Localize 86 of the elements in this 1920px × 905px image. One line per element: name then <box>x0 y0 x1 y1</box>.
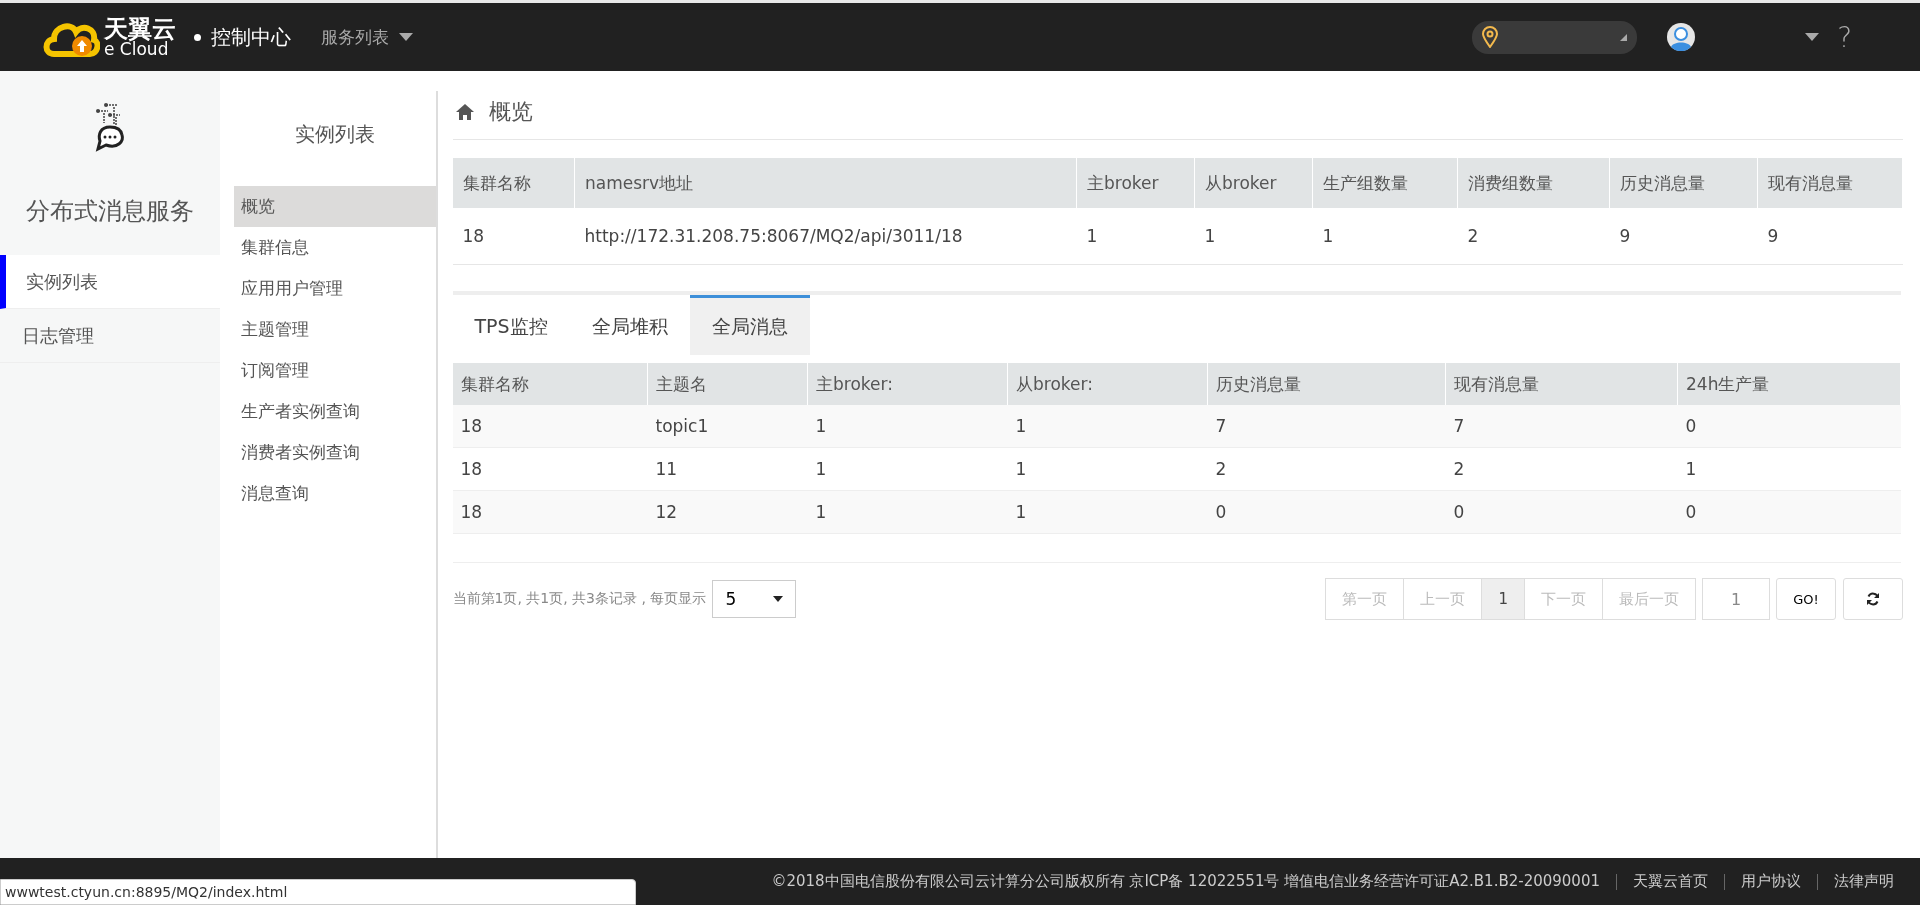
column-header: 消费组数量 <box>1457 158 1610 208</box>
column-header: 主broker: <box>807 363 1008 405</box>
table-cell: 1 <box>1007 405 1208 448</box>
table-cell: 7 <box>1207 405 1446 448</box>
subnav-item[interactable]: 概览 <box>233 186 436 227</box>
user-menu-caret-icon[interactable] <box>1805 33 1820 41</box>
column-header: 现有消息量 <box>1757 158 1903 208</box>
subnav-item[interactable]: 集群信息 <box>233 227 436 268</box>
copyright-text: ©2018中国电信股份有限公司云计算分公司版权所有 京ICP备 12022551号 增值电信业务经营许可证A2.B1.B2-20090001 <box>771 872 1600 891</box>
column-header: 从broker: <box>1007 363 1208 405</box>
column-header: 现有消息量 <box>1445 363 1678 405</box>
caret-icon <box>773 596 784 602</box>
column-header: 历史消息量 <box>1609 158 1758 208</box>
page-button[interactable]: 1 <box>1481 578 1525 620</box>
table-cell: 9 <box>1757 208 1903 265</box>
tab[interactable]: TPS监控 <box>452 295 570 355</box>
page-number-input[interactable]: 1 <box>1702 578 1770 620</box>
table-cell: 0 <box>1207 490 1446 534</box>
column-header: 集群名称 <box>452 158 575 208</box>
tab[interactable]: 全局消息 <box>689 295 810 355</box>
column-header: 集群名称 <box>452 363 648 405</box>
tab[interactable]: 全局堆积 <box>569 295 690 355</box>
table-cell: 1 <box>807 447 1008 491</box>
page-size-select[interactable]: 5 <box>712 580 797 618</box>
table-cell: topic1 <box>647 405 808 448</box>
brand-subtitle: e Cloud <box>104 40 169 58</box>
home-icon <box>454 103 475 121</box>
table-cell: 18 <box>452 490 648 534</box>
table-cell: 2 <box>1207 447 1446 491</box>
table-cell: 1 <box>807 490 1008 534</box>
table-cell: 7 <box>1445 405 1678 448</box>
table-cell: 1 <box>1007 490 1208 534</box>
subnav-title: 实例列表 <box>293 121 376 148</box>
footer-link[interactable]: 天翼云首页 <box>1633 872 1708 891</box>
table-cell: 18 <box>452 405 648 448</box>
table-cell: 1 <box>1007 447 1208 491</box>
services-menu[interactable]: 服务列表 <box>321 25 413 49</box>
table-cell: 0 <box>1677 490 1901 534</box>
console-title[interactable]: 控制中心 <box>211 23 291 51</box>
sidebar-item[interactable]: 日志管理 <box>0 309 220 363</box>
table-cell: 2 <box>1445 447 1678 491</box>
column-header: 24h生产量 <box>1677 363 1901 405</box>
table-cell: 0 <box>1445 490 1678 534</box>
column-header: 生产组数量 <box>1312 158 1458 208</box>
subnav-item[interactable]: 消息查询 <box>233 473 436 514</box>
table-cell: 18 <box>452 447 648 491</box>
table-cell: 11 <box>647 447 808 491</box>
refresh-button[interactable] <box>1843 578 1903 620</box>
footer-link[interactable]: 用户协议 <box>1741 872 1801 891</box>
refresh-icon <box>1866 592 1880 606</box>
table-cell: 1 <box>1076 208 1195 265</box>
table-cell: 9 <box>1609 208 1758 265</box>
table-cell: 0 <box>1677 405 1901 448</box>
subnav-item[interactable]: 生产者实例查询 <box>233 391 436 432</box>
table-cell: 1 <box>1677 447 1901 491</box>
region-selector[interactable] <box>1472 20 1638 54</box>
status-url: wwwtest.ctyun.cn:8895/MQ2/index.html <box>0 879 636 905</box>
go-button[interactable]: GO! <box>1776 578 1836 620</box>
table-cell: 12 <box>647 490 808 534</box>
table-cell: 1 <box>807 405 1008 448</box>
column-header: 历史消息量 <box>1207 363 1446 405</box>
column-header: 主题名 <box>647 363 808 405</box>
caret-icon <box>1620 33 1628 41</box>
table-cell: http://172.31.208.75:8067/MQ2/api/3011/18 <box>574 208 1077 265</box>
avatar-icon[interactable] <box>1667 23 1696 51</box>
location-pin-icon <box>1482 26 1499 48</box>
footer-link[interactable]: 法律声明 <box>1834 872 1894 891</box>
sidebar-item[interactable]: 实例列表 <box>0 255 220 309</box>
help-icon[interactable]: ? <box>1837 20 1852 54</box>
service-title: 分布式消息服务 <box>24 196 195 227</box>
subnav-item[interactable]: 主题管理 <box>233 309 436 350</box>
table-cell: 1 <box>1194 208 1313 265</box>
caret-icon <box>399 33 413 41</box>
column-header: 主broker <box>1076 158 1195 208</box>
subnav-item[interactable]: 消费者实例查询 <box>233 432 436 473</box>
page-title: 概览 <box>488 98 533 126</box>
table-cell: 2 <box>1457 208 1610 265</box>
subnav-item[interactable]: 订阅管理 <box>233 350 436 391</box>
column-header: 从broker <box>1194 158 1313 208</box>
pagination-info: 当前第1页, 共1页, 共3条记录 , 每页显示 <box>452 590 707 608</box>
subnav-item[interactable]: 应用用户管理 <box>233 268 436 309</box>
table-cell: 18 <box>452 208 575 265</box>
bullet-icon <box>194 33 201 41</box>
column-header: namesrv地址 <box>574 158 1077 208</box>
brand-name: 天翼云 <box>104 16 176 41</box>
table-cell: 1 <box>1312 208 1458 265</box>
